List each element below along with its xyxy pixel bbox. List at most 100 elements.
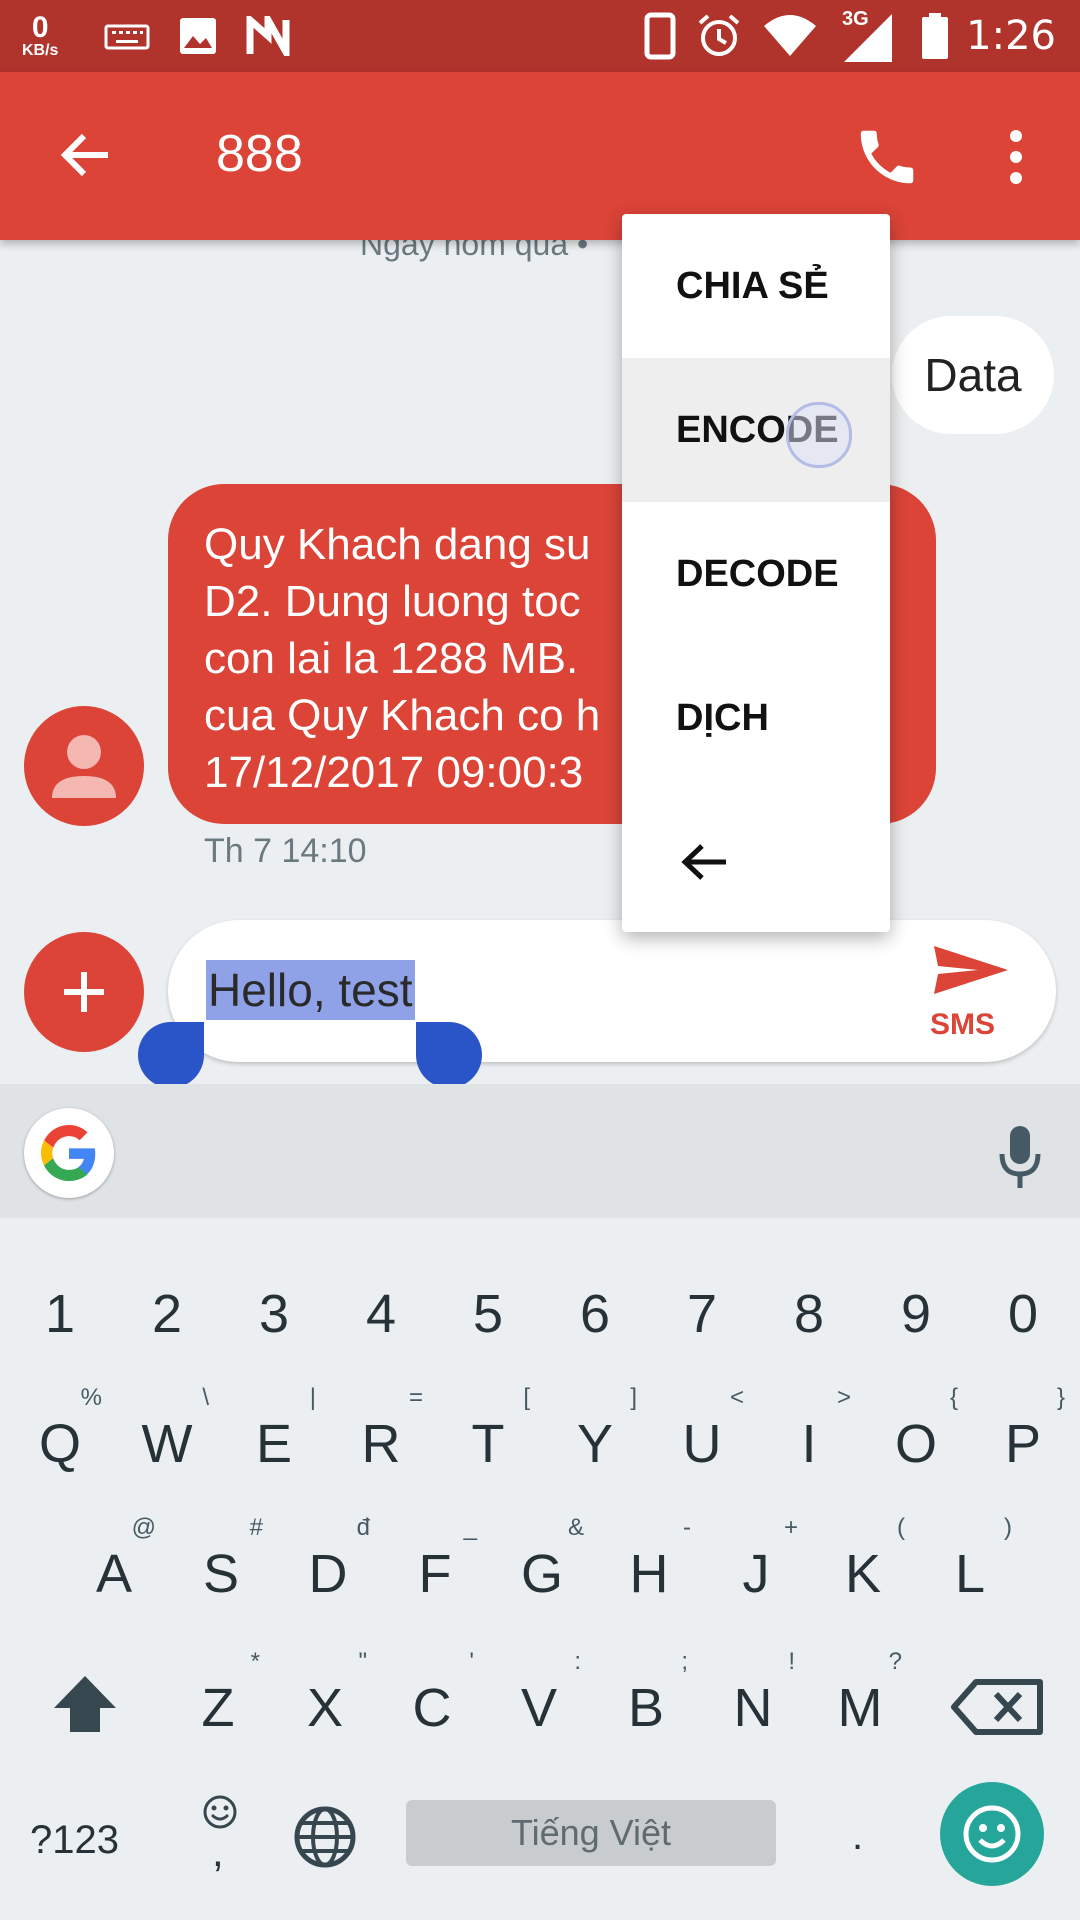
key-c[interactable]: ' C — [378, 1648, 486, 1768]
key-5[interactable]: 5 — [434, 1254, 542, 1374]
phone-icon[interactable] — [852, 122, 922, 192]
selection-handle-start[interactable] — [138, 1022, 204, 1088]
key-label: P — [1004, 1414, 1042, 1474]
key-3[interactable]: 3 — [220, 1254, 328, 1374]
key-m[interactable]: ? M — [806, 1648, 914, 1768]
key-9[interactable]: 9 — [862, 1254, 970, 1374]
emoji-button[interactable] — [940, 1782, 1044, 1886]
contact-avatar[interactable] — [24, 706, 144, 826]
key-6[interactable]: 6 — [541, 1254, 649, 1374]
globe-icon[interactable] — [288, 1800, 362, 1874]
key-p[interactable]: } P — [969, 1384, 1077, 1504]
key-g[interactable]: & G — [488, 1514, 596, 1634]
key-label: F — [418, 1544, 452, 1604]
key-hint: } — [1056, 1384, 1065, 1411]
period-key[interactable]: . — [852, 1814, 863, 1859]
shift-icon[interactable] — [30, 1648, 140, 1768]
alarm-icon — [696, 0, 742, 72]
more-vert-icon[interactable] — [990, 122, 1042, 192]
key-o[interactable]: {O — [862, 1384, 970, 1504]
key-h[interactable]: -H — [595, 1514, 703, 1634]
key-a[interactable]: @ A — [60, 1514, 168, 1634]
key-label: N — [733, 1678, 773, 1738]
google-search-icon[interactable] — [24, 1108, 114, 1198]
key-label: 8 — [793, 1284, 825, 1344]
key-hint: | — [309, 1384, 316, 1411]
key-label: H — [629, 1544, 669, 1604]
smiley-icon — [963, 1805, 1021, 1863]
key-label: I — [801, 1414, 817, 1474]
key-hint: & — [567, 1514, 584, 1541]
key-k[interactable]: (K — [809, 1514, 917, 1634]
key-v[interactable]: :V — [485, 1648, 593, 1768]
key-f[interactable]: _ F — [381, 1514, 489, 1634]
key-z[interactable]: * Z — [164, 1648, 272, 1768]
key-label: J — [742, 1544, 770, 1604]
comma-key[interactable]: , — [190, 1794, 250, 1875]
key-b[interactable]: ; B — [592, 1648, 700, 1768]
back-arrow-icon[interactable] — [52, 122, 118, 188]
key-label: D — [308, 1544, 348, 1604]
key-q[interactable]: % Q — [6, 1384, 114, 1504]
key-j[interactable]: + J — [702, 1514, 810, 1634]
key-u[interactable]: < U — [648, 1384, 756, 1504]
key-t[interactable]: [T — [434, 1384, 542, 1504]
key-2[interactable]: 2 — [113, 1254, 221, 1374]
menu-item-translate[interactable]: DỊCH — [622, 646, 890, 790]
person-icon — [52, 735, 116, 798]
space-bar[interactable]: Tiếng Việt — [406, 1800, 776, 1866]
compose-text-selected[interactable]: Hello, test — [206, 960, 415, 1020]
key-n[interactable]: ! N — [699, 1648, 807, 1768]
key-d[interactable]: đD — [274, 1514, 382, 1634]
menu-item-share[interactable]: CHIA SẺ — [622, 214, 890, 358]
selection-handle-end[interactable] — [416, 1022, 482, 1088]
sent-message-bubble[interactable]: Data — [892, 316, 1054, 434]
menu-item-encode[interactable]: ENCODE — [622, 358, 890, 502]
network-type-label: 3G — [842, 8, 869, 30]
key-label: 2 — [151, 1284, 183, 1344]
key-hint: " — [358, 1648, 367, 1675]
key-label: G — [520, 1544, 563, 1604]
key-i[interactable]: > I — [755, 1384, 863, 1504]
menu-item-decode[interactable]: DECODE — [622, 502, 890, 646]
key-hint: < — [729, 1384, 744, 1411]
app-bar: 888 — [0, 72, 1080, 240]
suggestion-strip — [0, 1084, 1080, 1218]
key-7[interactable]: 7 — [648, 1254, 756, 1374]
add-attachment-button[interactable] — [24, 932, 144, 1052]
key-label: X — [306, 1678, 344, 1738]
key-y[interactable]: ] Y — [541, 1384, 649, 1504]
key-8[interactable]: 8 — [755, 1254, 863, 1374]
keyboard-icon — [104, 0, 150, 72]
key-label: T — [471, 1414, 505, 1474]
key-0[interactable]: 0 — [969, 1254, 1077, 1374]
menu-back-button[interactable] — [622, 790, 890, 934]
key-label: L — [954, 1544, 986, 1604]
network-speed: 0 KB/s — [22, 0, 58, 72]
key-w[interactable]: \ W — [113, 1384, 221, 1504]
image-icon — [178, 0, 218, 72]
key-label: 3 — [258, 1284, 290, 1344]
key-l[interactable]: ) L — [916, 1514, 1024, 1634]
backspace-icon[interactable] — [942, 1648, 1052, 1768]
key-hint: ? — [888, 1648, 902, 1675]
key-label: E — [255, 1414, 293, 1474]
key-hint: ! — [788, 1648, 795, 1675]
key-4[interactable]: 4 — [327, 1254, 435, 1374]
battery-icon — [920, 0, 950, 72]
message-compose-field[interactable]: Hello, test SMS — [168, 920, 1056, 1062]
key-hint: [ — [523, 1384, 530, 1411]
key-r[interactable]: = R — [327, 1384, 435, 1504]
key-s[interactable]: # S — [167, 1514, 275, 1634]
message-timestamp: Th 7 14:10 — [204, 832, 367, 870]
symbols-key[interactable]: ?123 — [30, 1818, 119, 1863]
key-x[interactable]: " X — [271, 1648, 379, 1768]
key-1[interactable]: 1 — [6, 1254, 114, 1374]
key-e[interactable]: | E — [220, 1384, 328, 1504]
microphone-icon[interactable] — [990, 1122, 1050, 1194]
key-hint: ' — [469, 1648, 474, 1675]
phone-outline-icon — [644, 0, 676, 72]
key-label: A — [95, 1544, 133, 1604]
key-hint: ] — [630, 1384, 637, 1411]
text-selection-menu: CHIA SẺ ENCODE DECODE DỊCH — [622, 214, 890, 932]
